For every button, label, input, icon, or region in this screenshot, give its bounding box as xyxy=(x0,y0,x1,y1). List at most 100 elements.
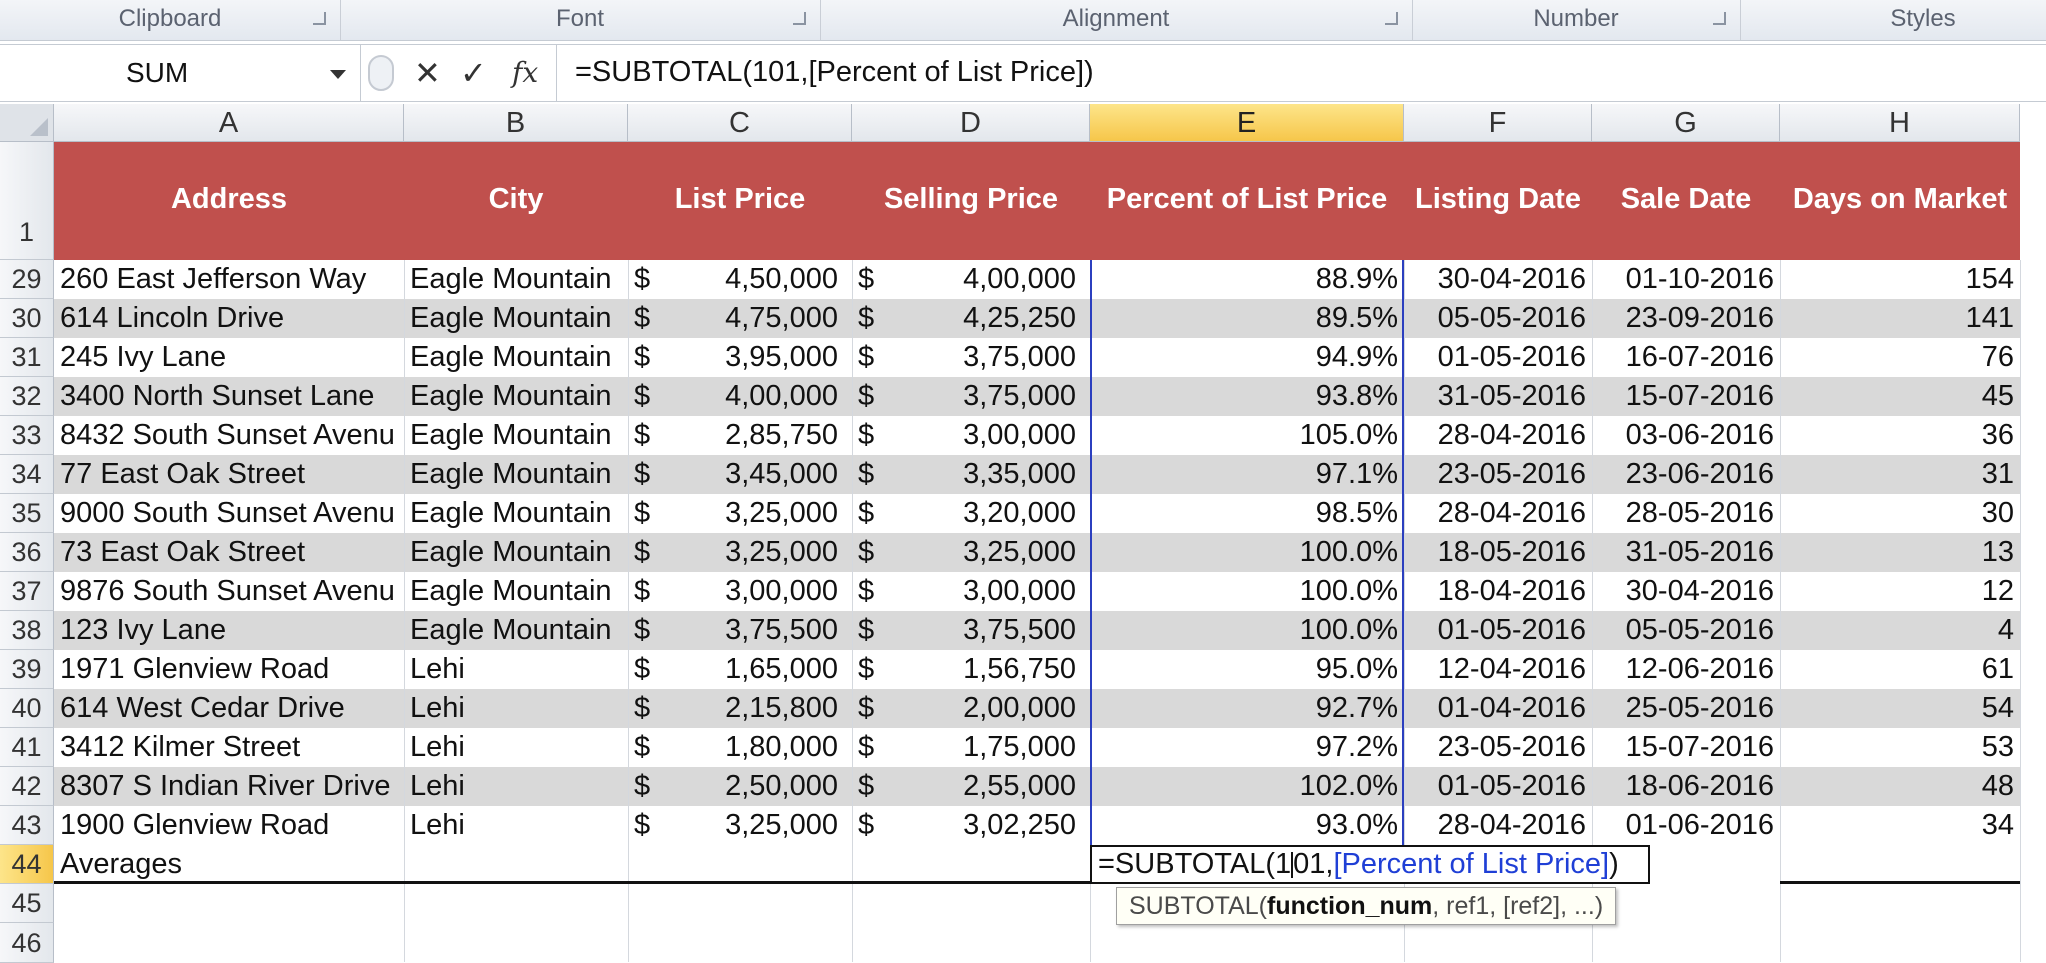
cell-sale[interactable]: 12-06-2016 xyxy=(1592,650,1780,689)
cell-sale[interactable]: 30-04-2016 xyxy=(1592,572,1780,611)
cell-list[interactable]: 3,95,000 xyxy=(628,338,852,377)
cell-days[interactable]: 154 xyxy=(1780,260,2020,299)
cell-days[interactable]: 53 xyxy=(1780,728,2020,767)
cell-sell[interactable]: 3,00,000 xyxy=(852,572,1090,611)
cell-list[interactable]: 3,25,000 xyxy=(628,533,852,572)
cell-city[interactable]: Eagle Mountain xyxy=(404,338,628,377)
cell-address[interactable]: 8307 S Indian River Drive xyxy=(54,767,404,806)
cell-city[interactable]: Lehi xyxy=(404,806,628,845)
header-sale-date[interactable]: Sale Date xyxy=(1592,142,1780,260)
cell-address[interactable]: 245 Ivy Lane xyxy=(54,338,404,377)
column-header-h[interactable]: H xyxy=(1780,104,2020,142)
cell-sell[interactable]: 3,20,000 xyxy=(852,494,1090,533)
cell-address[interactable]: 73 East Oak Street xyxy=(54,533,404,572)
cell-days[interactable]: 141 xyxy=(1780,299,2020,338)
cell-sale[interactable]: 01-06-2016 xyxy=(1592,806,1780,845)
cell-days[interactable]: 61 xyxy=(1780,650,2020,689)
select-all-corner[interactable] xyxy=(0,104,54,142)
cell-city[interactable]: Eagle Mountain xyxy=(404,611,628,650)
row-header[interactable]: 37 xyxy=(0,572,54,611)
row-header[interactable]: 42 xyxy=(0,767,54,806)
cell-list[interactable]: 3,75,500 xyxy=(628,611,852,650)
cell-address[interactable]: 123 Ivy Lane xyxy=(54,611,404,650)
name-box[interactable]: SUM xyxy=(0,45,361,101)
cell-listing[interactable]: 30-04-2016 xyxy=(1404,260,1592,299)
cell-listing[interactable]: 23-05-2016 xyxy=(1404,728,1592,767)
cell-days[interactable]: 12 xyxy=(1780,572,2020,611)
row-header[interactable]: 33 xyxy=(0,416,54,455)
cell-city[interactable]: Lehi xyxy=(404,689,628,728)
cell-listing[interactable]: 01-05-2016 xyxy=(1404,338,1592,377)
cell-sale[interactable]: 01-10-2016 xyxy=(1592,260,1780,299)
column-header-e[interactable]: E xyxy=(1090,104,1404,142)
cell-sale[interactable]: 03-06-2016 xyxy=(1592,416,1780,455)
cell-list[interactable]: 3,45,000 xyxy=(628,455,852,494)
cell-sell[interactable]: 1,56,750 xyxy=(852,650,1090,689)
cell-sell[interactable]: 3,00,000 xyxy=(852,416,1090,455)
cell-days[interactable]: 4 xyxy=(1780,611,2020,650)
dialog-launcher-icon[interactable] xyxy=(313,12,326,25)
cell-sell[interactable]: 4,00,000 xyxy=(852,260,1090,299)
cell-address[interactable]: 260 East Jefferson Way xyxy=(54,260,404,299)
cell-listing[interactable]: 01-05-2016 xyxy=(1404,611,1592,650)
cell-list[interactable]: 2,85,750 xyxy=(628,416,852,455)
cell-city[interactable]: Eagle Mountain xyxy=(404,377,628,416)
cell-sale[interactable]: 05-05-2016 xyxy=(1592,611,1780,650)
cell-list[interactable]: 2,50,000 xyxy=(628,767,852,806)
header-days-on-market[interactable]: Days on Market xyxy=(1780,142,2020,260)
header-city[interactable]: City xyxy=(404,142,628,260)
cell-list[interactable]: 3,00,000 xyxy=(628,572,852,611)
cell-sale[interactable]: 15-07-2016 xyxy=(1592,377,1780,416)
cell-sell[interactable]: 1,75,000 xyxy=(852,728,1090,767)
cell-address[interactable]: 1971 Glenview Road xyxy=(54,650,404,689)
column-header-a[interactable]: A xyxy=(54,104,404,142)
cell-days[interactable]: 48 xyxy=(1780,767,2020,806)
cell-address[interactable]: 9000 South Sunset Avenu xyxy=(54,494,404,533)
header-percent-of-list-price[interactable]: Percent of List Price xyxy=(1090,142,1404,260)
cell-sell[interactable]: 3,75,500 xyxy=(852,611,1090,650)
cell-sell[interactable]: 3,25,000 xyxy=(852,533,1090,572)
row-header-1[interactable]: 1 xyxy=(0,142,54,260)
cell-sale[interactable]: 18-06-2016 xyxy=(1592,767,1780,806)
cell-listing[interactable]: 01-05-2016 xyxy=(1404,767,1592,806)
cell-address[interactable]: 614 West Cedar Drive xyxy=(54,689,404,728)
cell-address[interactable]: 8432 South Sunset Avenu xyxy=(54,416,404,455)
cell-days[interactable]: 76 xyxy=(1780,338,2020,377)
cell-city[interactable]: Eagle Mountain xyxy=(404,572,628,611)
cell-sell[interactable]: 2,55,000 xyxy=(852,767,1090,806)
dialog-launcher-icon[interactable] xyxy=(793,12,806,25)
active-cell-editor[interactable]: =SUBTOTAL(101,[Percent of List Price]) xyxy=(1090,845,1650,884)
column-header-c[interactable]: C xyxy=(628,104,852,142)
cell-list[interactable]: 2,15,800 xyxy=(628,689,852,728)
column-header-d[interactable]: D xyxy=(852,104,1090,142)
cell-listing[interactable]: 23-05-2016 xyxy=(1404,455,1592,494)
cell-list[interactable]: 1,65,000 xyxy=(628,650,852,689)
cell-listing[interactable]: 28-04-2016 xyxy=(1404,416,1592,455)
cell-sell[interactable]: 3,02,250 xyxy=(852,806,1090,845)
formula-input[interactable]: =SUBTOTAL(101,[Percent of List Price]) xyxy=(556,45,2046,101)
row-header[interactable]: 30 xyxy=(0,299,54,338)
row-header[interactable]: 31 xyxy=(0,338,54,377)
cell-sell[interactable]: 3,35,000 xyxy=(852,455,1090,494)
cell-listing[interactable]: 18-05-2016 xyxy=(1404,533,1592,572)
cell-address[interactable]: 9876 South Sunset Avenu xyxy=(54,572,404,611)
row-header[interactable]: 29 xyxy=(0,260,54,299)
cell-city[interactable]: Eagle Mountain xyxy=(404,494,628,533)
row-header[interactable]: 35 xyxy=(0,494,54,533)
dialog-launcher-icon[interactable] xyxy=(1713,12,1726,25)
enter-check-icon[interactable]: ✓ xyxy=(460,53,487,93)
row-header[interactable]: 36 xyxy=(0,533,54,572)
cell-sale[interactable]: 16-07-2016 xyxy=(1592,338,1780,377)
cell-sell[interactable]: 3,75,000 xyxy=(852,377,1090,416)
cell-address[interactable]: 1900 Glenview Road xyxy=(54,806,404,845)
cell-listing[interactable]: 28-04-2016 xyxy=(1404,494,1592,533)
cell-listing[interactable]: 18-04-2016 xyxy=(1404,572,1592,611)
row-header-45[interactable]: 45 xyxy=(0,884,54,923)
cell-days[interactable]: 30 xyxy=(1780,494,2020,533)
cell-list[interactable]: 3,25,000 xyxy=(628,806,852,845)
cell-listing[interactable]: 12-04-2016 xyxy=(1404,650,1592,689)
cell-sell[interactable]: 2,00,000 xyxy=(852,689,1090,728)
totals-cell-h[interactable] xyxy=(1780,845,2020,884)
cell-sale[interactable]: 15-07-2016 xyxy=(1592,728,1780,767)
cell-days[interactable]: 54 xyxy=(1780,689,2020,728)
